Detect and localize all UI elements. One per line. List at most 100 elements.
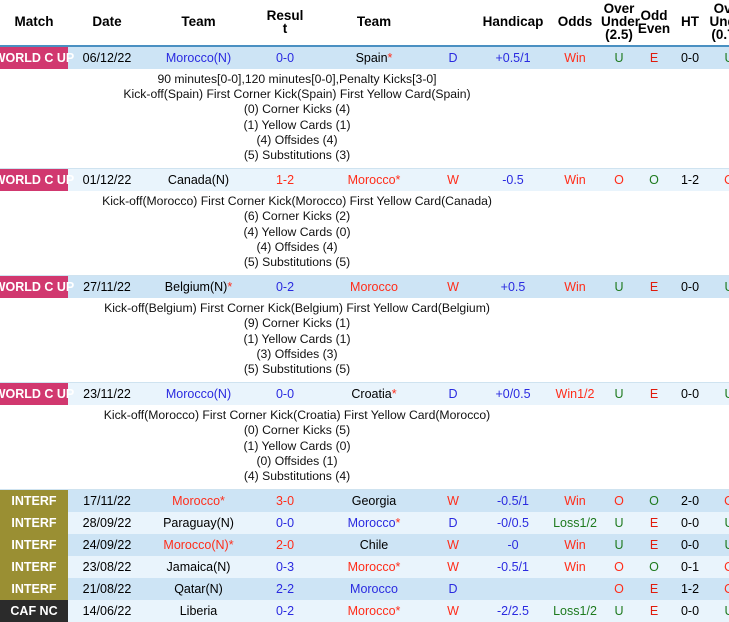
away-team-cell[interactable]: Morocco* xyxy=(319,600,429,622)
odd-even-value: E xyxy=(650,516,658,530)
match-date-cell: 01/12/22 xyxy=(68,169,146,192)
match-date: 23/11/22 xyxy=(83,387,131,401)
result-cell: 0-0 xyxy=(251,512,319,534)
half-time-cell: 0-1 xyxy=(671,556,709,578)
match-detail-row: Kick-off(Morocco) First Corner Kick(Croa… xyxy=(0,405,729,490)
match-detail-row: 90 minutes[0-0],120 minutes[0-0],Penalty… xyxy=(0,69,729,169)
home-team-cell[interactable]: Belgium(N)* xyxy=(146,276,251,299)
handicap-value: -0 xyxy=(507,538,518,552)
home-team-cell[interactable]: Morocco(N)* xyxy=(146,534,251,556)
handicap-cell: -0 xyxy=(477,534,549,556)
match-category-cell[interactable]: INTERF xyxy=(0,578,68,600)
match-stat-line: (4) Offsides (4) xyxy=(0,240,594,255)
match-stat-line: (4) Offsides (4) xyxy=(0,133,594,148)
home-team-cell[interactable]: Canada(N) xyxy=(146,169,251,192)
home-team-cell[interactable]: Paraguay(N) xyxy=(146,512,251,534)
half-time-score: 0-0 xyxy=(681,538,699,552)
away-team-cell[interactable]: Chile xyxy=(319,534,429,556)
table-row[interactable]: WORLD C UP01/12/22Canada(N)1-2Morocco*W-… xyxy=(0,169,729,192)
table-row[interactable]: WORLD C UP27/11/22Belgium(N)*0-2MoroccoW… xyxy=(0,276,729,299)
table-row[interactable]: INTERF28/09/22Paraguay(N)0-0Morocco*D-0/… xyxy=(0,512,729,534)
competition-badge[interactable]: INTERF xyxy=(0,512,68,534)
away-team-cell[interactable]: Morocco* xyxy=(319,556,429,578)
match-category-cell[interactable]: CAF NC xyxy=(0,600,68,622)
competition-badge[interactable]: WORLD C UP xyxy=(0,276,68,298)
home-team-cell[interactable]: Morocco* xyxy=(146,490,251,513)
away-team-cell[interactable]: Morocco xyxy=(319,578,429,600)
match-history-panel: Match Date Team Result Team Handicap Odd… xyxy=(0,0,729,587)
half-time-cell: 0-0 xyxy=(671,600,709,622)
over-under-25-cell: O xyxy=(601,490,637,513)
away-team-cell[interactable]: Morocco xyxy=(319,276,429,299)
match-stats-block: Kick-off(Morocco) First Corner Kick(Croa… xyxy=(0,408,729,484)
odd-even-value: E xyxy=(650,51,658,65)
home-team-cell[interactable]: Liberia xyxy=(146,600,251,622)
table-row[interactable]: INTERF23/08/22Jamaica(N)0-3Morocco*W-0.5… xyxy=(0,556,729,578)
table-row[interactable]: INTERF17/11/22Morocco*3-0GeorgiaW-0.5/1W… xyxy=(0,490,729,513)
match-category-cell[interactable]: INTERF xyxy=(0,490,68,513)
result-score: 0-2 xyxy=(276,604,294,618)
over-under-25-cell: U xyxy=(601,46,637,69)
header-label: Handicap xyxy=(483,14,544,29)
home-team-cell[interactable]: Morocco(N) xyxy=(146,383,251,406)
over-under-075-value: O xyxy=(724,582,729,596)
result-cell: 0-2 xyxy=(251,600,319,622)
match-category-cell[interactable]: INTERF xyxy=(0,534,68,556)
over-under-075-value: O xyxy=(724,173,729,187)
match-category-cell[interactable]: INTERF xyxy=(0,556,68,578)
match-category-cell[interactable]: INTERF xyxy=(0,512,68,534)
odd-even-value: E xyxy=(650,582,658,596)
table-row[interactable]: INTERF21/08/22Qatar(N)2-2MoroccoDOE1-2O xyxy=(0,578,729,600)
competition-badge[interactable]: INTERF xyxy=(0,490,68,512)
table-row[interactable]: WORLD C UP23/11/22Morocco(N)0-0Croatia*D… xyxy=(0,383,729,406)
match-category-cell[interactable]: WORLD C UP xyxy=(0,169,68,192)
half-time-cell: 1-2 xyxy=(671,578,709,600)
home-team-name: Paraguay(N) xyxy=(163,516,234,530)
table-row[interactable]: INTERF24/09/22Morocco(N)*2-0ChileW-0WinU… xyxy=(0,534,729,556)
competition-badge[interactable]: INTERF xyxy=(0,534,68,556)
outcome-cell: D xyxy=(429,512,477,534)
home-team-cell[interactable]: Jamaica(N) xyxy=(146,556,251,578)
competition-badge[interactable]: INTERF xyxy=(0,556,68,578)
odd-even-cell: O xyxy=(637,490,671,513)
over-under-075-value: U xyxy=(724,604,729,618)
home-team-cell[interactable]: Qatar(N) xyxy=(146,578,251,600)
home-team-cell[interactable]: Morocco(N) xyxy=(146,46,251,69)
over-under-25-cell: U xyxy=(601,600,637,622)
match-stat-line: (0) Offsides (1) xyxy=(0,454,594,469)
col-header-date: Date xyxy=(68,0,146,46)
result-score: 0-0 xyxy=(276,387,294,401)
away-team-cell[interactable]: Spain* xyxy=(319,46,429,69)
half-time-score: 0-0 xyxy=(681,387,699,401)
over-under-075-cell: U xyxy=(709,276,729,299)
competition-badge[interactable]: WORLD C UP xyxy=(0,383,68,405)
odds-result: Win xyxy=(564,280,586,294)
match-category-cell[interactable]: WORLD C UP xyxy=(0,276,68,299)
competition-badge[interactable]: WORLD C UP xyxy=(0,47,68,69)
away-team-name: Morocco xyxy=(350,582,398,596)
away-team-cell[interactable]: Croatia* xyxy=(319,383,429,406)
match-category-cell[interactable]: WORLD C UP xyxy=(0,46,68,69)
away-team-name: Morocco xyxy=(348,516,396,530)
col-header-result: Result xyxy=(251,0,319,46)
match-stats-block: 90 minutes[0-0],120 minutes[0-0],Penalty… xyxy=(0,72,729,163)
table-row[interactable]: CAF NC14/06/22Liberia0-2Morocco*W-2/2.5L… xyxy=(0,600,729,622)
competition-badge[interactable]: INTERF xyxy=(0,578,68,600)
away-team-cell[interactable]: Morocco* xyxy=(319,169,429,192)
table-row[interactable]: WORLD C UP06/12/22Morocco(N)0-0Spain*D+0… xyxy=(0,46,729,69)
handicap-value: -2/2.5 xyxy=(497,604,529,618)
competition-badge[interactable]: WORLD C UP xyxy=(0,169,68,191)
competition-badge[interactable]: CAF NC xyxy=(0,600,68,622)
handicap-cell: -0.5/1 xyxy=(477,490,549,513)
match-category-cell[interactable]: WORLD C UP xyxy=(0,383,68,406)
away-team-cell[interactable]: Georgia xyxy=(319,490,429,513)
match-stats-block: Kick-off(Morocco) First Corner Kick(Moro… xyxy=(0,194,729,270)
half-time-cell: 1-2 xyxy=(671,169,709,192)
odds-result: Win xyxy=(564,51,586,65)
away-team-cell[interactable]: Morocco* xyxy=(319,512,429,534)
result-cell: 0-0 xyxy=(251,46,319,69)
match-date-cell: 14/06/22 xyxy=(68,600,146,622)
away-team-star: * xyxy=(396,516,401,530)
odd-even-cell: E xyxy=(637,578,671,600)
handicap-cell: -0.5/1 xyxy=(477,556,549,578)
